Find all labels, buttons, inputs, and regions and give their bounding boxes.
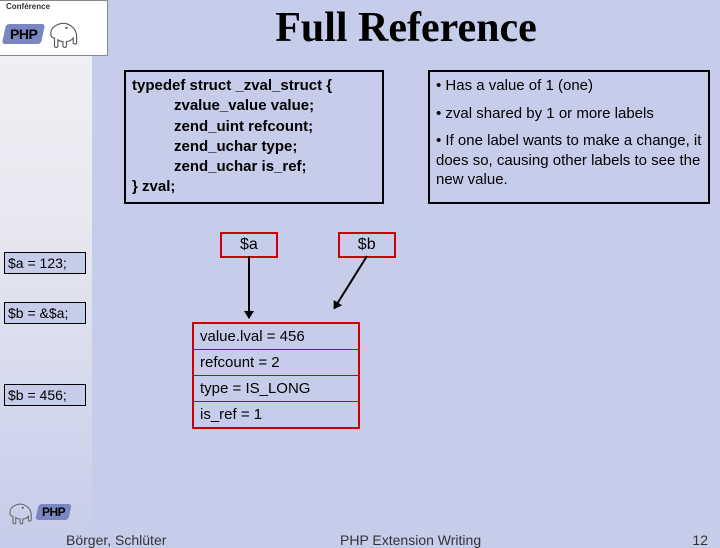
arrow-icon <box>248 256 250 318</box>
statement-a: $a = 123; <box>4 252 86 274</box>
elephant-icon <box>46 16 80 50</box>
zval-row: type = IS_LONG <box>194 376 358 402</box>
zval-row: is_ref = 1 <box>194 402 358 427</box>
code-line: zvalue_value value; <box>132 96 376 116</box>
note-line: • Has a value of 1 (one) <box>436 76 702 96</box>
code-line: zend_uchar is_ref; <box>132 157 376 177</box>
zval-row: refcount = 2 <box>194 350 358 376</box>
note-line: • If one label wants to make a change, i… <box>436 131 702 190</box>
var-b-box: $b <box>338 232 396 258</box>
code-line: zend_uint refcount; <box>132 117 376 137</box>
statement-b-ref: $b = &$a; <box>4 302 86 324</box>
statement-b-assign: $b = 456; <box>4 384 86 406</box>
code-line: typedef struct _zval_struct { <box>132 76 376 96</box>
zval-state-box: value.lval = 456 refcount = 2 type = IS_… <box>192 322 360 429</box>
php-badge-icon: PHP <box>2 24 46 44</box>
variable-labels: $a $b <box>220 232 396 258</box>
conference-label: Conférence <box>6 3 50 11</box>
notes-box: • Has a value of 1 (one) • zval shared b… <box>428 70 710 204</box>
var-b-label: $b <box>358 236 376 253</box>
var-a-label: $a <box>240 236 258 253</box>
code-line: } zval; <box>132 177 376 197</box>
elephant-icon <box>6 498 34 526</box>
php-badge-icon: PHP <box>35 504 72 520</box>
footer-authors: Börger, Schlüter <box>66 532 166 548</box>
footer-title: PHP Extension Writing <box>340 532 481 548</box>
slide-body: Full Reference typedef struct _zval_stru… <box>92 0 720 540</box>
slide-title: Full Reference <box>92 4 720 52</box>
zval-row: value.lval = 456 <box>194 324 358 350</box>
page-number: 12 <box>692 532 708 548</box>
code-line: zend_uchar type; <box>132 137 376 157</box>
struct-code-box: typedef struct _zval_struct { zvalue_val… <box>124 70 384 204</box>
var-a-box: $a <box>220 232 278 258</box>
php-logo-bottom: PHP <box>6 498 70 526</box>
note-line: • zval shared by 1 or more labels <box>436 104 702 124</box>
arrow-icon <box>333 255 368 309</box>
